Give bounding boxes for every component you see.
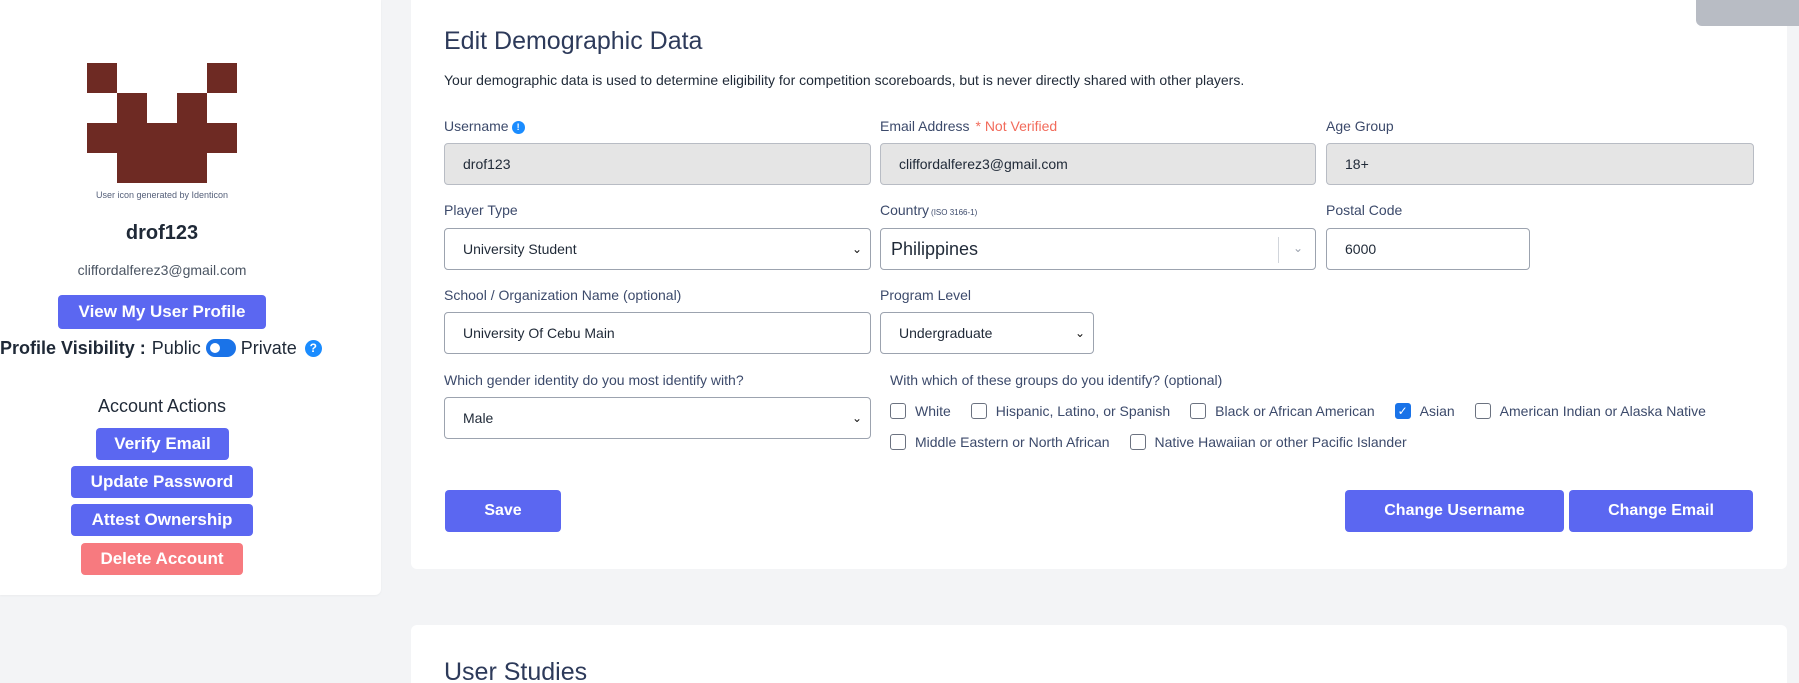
checkbox[interactable] (1129, 434, 1146, 450)
visibility-private-label: Private (240, 337, 297, 358)
email-label-text: Email Address (880, 118, 970, 134)
chevron-down-icon: ⌄ (851, 242, 862, 256)
gender-label: Which gender identity do you most identi… (444, 372, 744, 388)
program-level-value: Undergraduate (899, 325, 993, 341)
profile-visibility: Profile Visibility : Public Private ? (0, 337, 322, 359)
email-label: Email Address * Not Verified (880, 118, 1057, 134)
player-type-value: University Student (463, 241, 577, 257)
group-label: American Indian or Alaska Native (1499, 403, 1706, 419)
age-group-field[interactable]: 18+ (1326, 143, 1754, 185)
checkbox[interactable] (890, 434, 906, 450)
profile-email: cliffordalferez3@gmail.com (77, 262, 247, 278)
postal-code-input[interactable]: 6000 (1326, 228, 1530, 270)
info-icon[interactable]: ! (511, 120, 525, 134)
username-field[interactable]: drof123 (444, 143, 871, 185)
program-level-select[interactable]: Undergraduate ⌄ (880, 312, 1094, 354)
gender-value: Male (463, 410, 494, 426)
email-field[interactable]: cliffordalferez3@gmail.com (880, 143, 1316, 185)
player-type-label: Player Type (444, 202, 518, 218)
group-label: White (915, 403, 951, 419)
checkbox[interactable] (1474, 403, 1491, 419)
school-input[interactable]: University Of Cebu Main (444, 312, 871, 354)
age-group-label: Age Group (1326, 118, 1394, 134)
group-label: Native Hawaiian or other Pacific Islande… (1154, 434, 1407, 450)
group-asian[interactable]: ✓ Asian (1394, 403, 1455, 419)
chevron-down-icon: ⌄ (1074, 326, 1085, 340)
group-label: Middle Eastern or North African (915, 434, 1110, 450)
corner-tab[interactable] (1696, 0, 1799, 26)
groups-checklist-row-1: White Hispanic, Latino, or Spanish Black… (890, 403, 1726, 419)
profile-card: User icon generated by Identicon drof123… (0, 0, 381, 595)
username-label-text: Username (444, 118, 509, 134)
username-label: Username! (444, 118, 525, 134)
demographic-description: Your demographic data is used to determi… (444, 72, 1245, 88)
verify-email-button[interactable]: Verify Email (96, 428, 229, 460)
group-label: Asian (1419, 403, 1455, 419)
country-iso-note: (ISO 3166-1) (931, 208, 978, 217)
checkmark-icon[interactable]: ✓ (1394, 403, 1411, 419)
country-value: Philippines (891, 238, 979, 259)
checkbox[interactable] (890, 403, 906, 419)
groups-label: With which of these groups do you identi… (890, 372, 1223, 388)
gender-select[interactable]: Male ⌄ (444, 397, 871, 439)
group-hispanic[interactable]: Hispanic, Latino, or Spanish (970, 403, 1171, 419)
checkbox[interactable] (1190, 403, 1207, 419)
change-username-button[interactable]: Change Username (1345, 490, 1564, 532)
group-label: Black or African American (1215, 403, 1375, 419)
group-middle-eastern[interactable]: Middle Eastern or North African (890, 434, 1110, 450)
change-email-button[interactable]: Change Email (1569, 490, 1753, 532)
postal-code-label: Postal Code (1326, 202, 1403, 218)
player-type-select[interactable]: University Student ⌄ (444, 228, 871, 270)
account-actions-title: Account Actions (97, 396, 227, 416)
checkbox[interactable] (970, 403, 987, 419)
chevron-down-icon: ⌄ (851, 411, 862, 425)
school-label: School / Organization Name (optional) (444, 287, 682, 303)
delete-account-button[interactable]: Delete Account (81, 543, 243, 575)
select-separator (1278, 237, 1279, 263)
visibility-toggle[interactable] (205, 339, 236, 357)
visibility-public-label: Public (151, 337, 201, 358)
group-white[interactable]: White (890, 403, 951, 419)
attest-ownership-button[interactable]: Attest Ownership (71, 504, 253, 536)
group-label: Hispanic, Latino, or Spanish (995, 403, 1171, 419)
page-title: Edit Demographic Data (444, 27, 703, 55)
update-password-button[interactable]: Update Password (71, 466, 253, 498)
groups-checklist-row-2: Middle Eastern or North African Native H… (890, 434, 1427, 450)
group-black[interactable]: Black or African American (1190, 403, 1375, 419)
not-verified-badge: * Not Verified (975, 118, 1058, 134)
help-icon[interactable]: ? (304, 339, 322, 357)
country-label: Country (ISO 3166-1) (880, 202, 977, 218)
user-identicon (87, 63, 237, 183)
group-american-indian[interactable]: American Indian or Alaska Native (1474, 403, 1706, 419)
view-profile-button[interactable]: View My User Profile (58, 295, 266, 329)
country-select[interactable]: Philippines ⌄ (880, 228, 1316, 270)
chevron-down-icon: ⌄ (1292, 241, 1303, 255)
program-level-label: Program Level (880, 287, 972, 303)
profile-username: drof123 (125, 222, 199, 244)
user-studies-card: User Studies (411, 625, 1787, 683)
identicon-credit: User icon generated by Identicon (95, 190, 229, 200)
save-button[interactable]: Save (445, 490, 561, 532)
group-pacific-islander[interactable]: Native Hawaiian or other Pacific Islande… (1129, 434, 1407, 450)
country-label-text: Country (880, 202, 930, 218)
demographic-card: Edit Demographic Data Your demographic d… (411, 0, 1787, 569)
user-studies-title: User Studies (444, 658, 588, 683)
visibility-label: Profile Visibility : (0, 337, 146, 358)
